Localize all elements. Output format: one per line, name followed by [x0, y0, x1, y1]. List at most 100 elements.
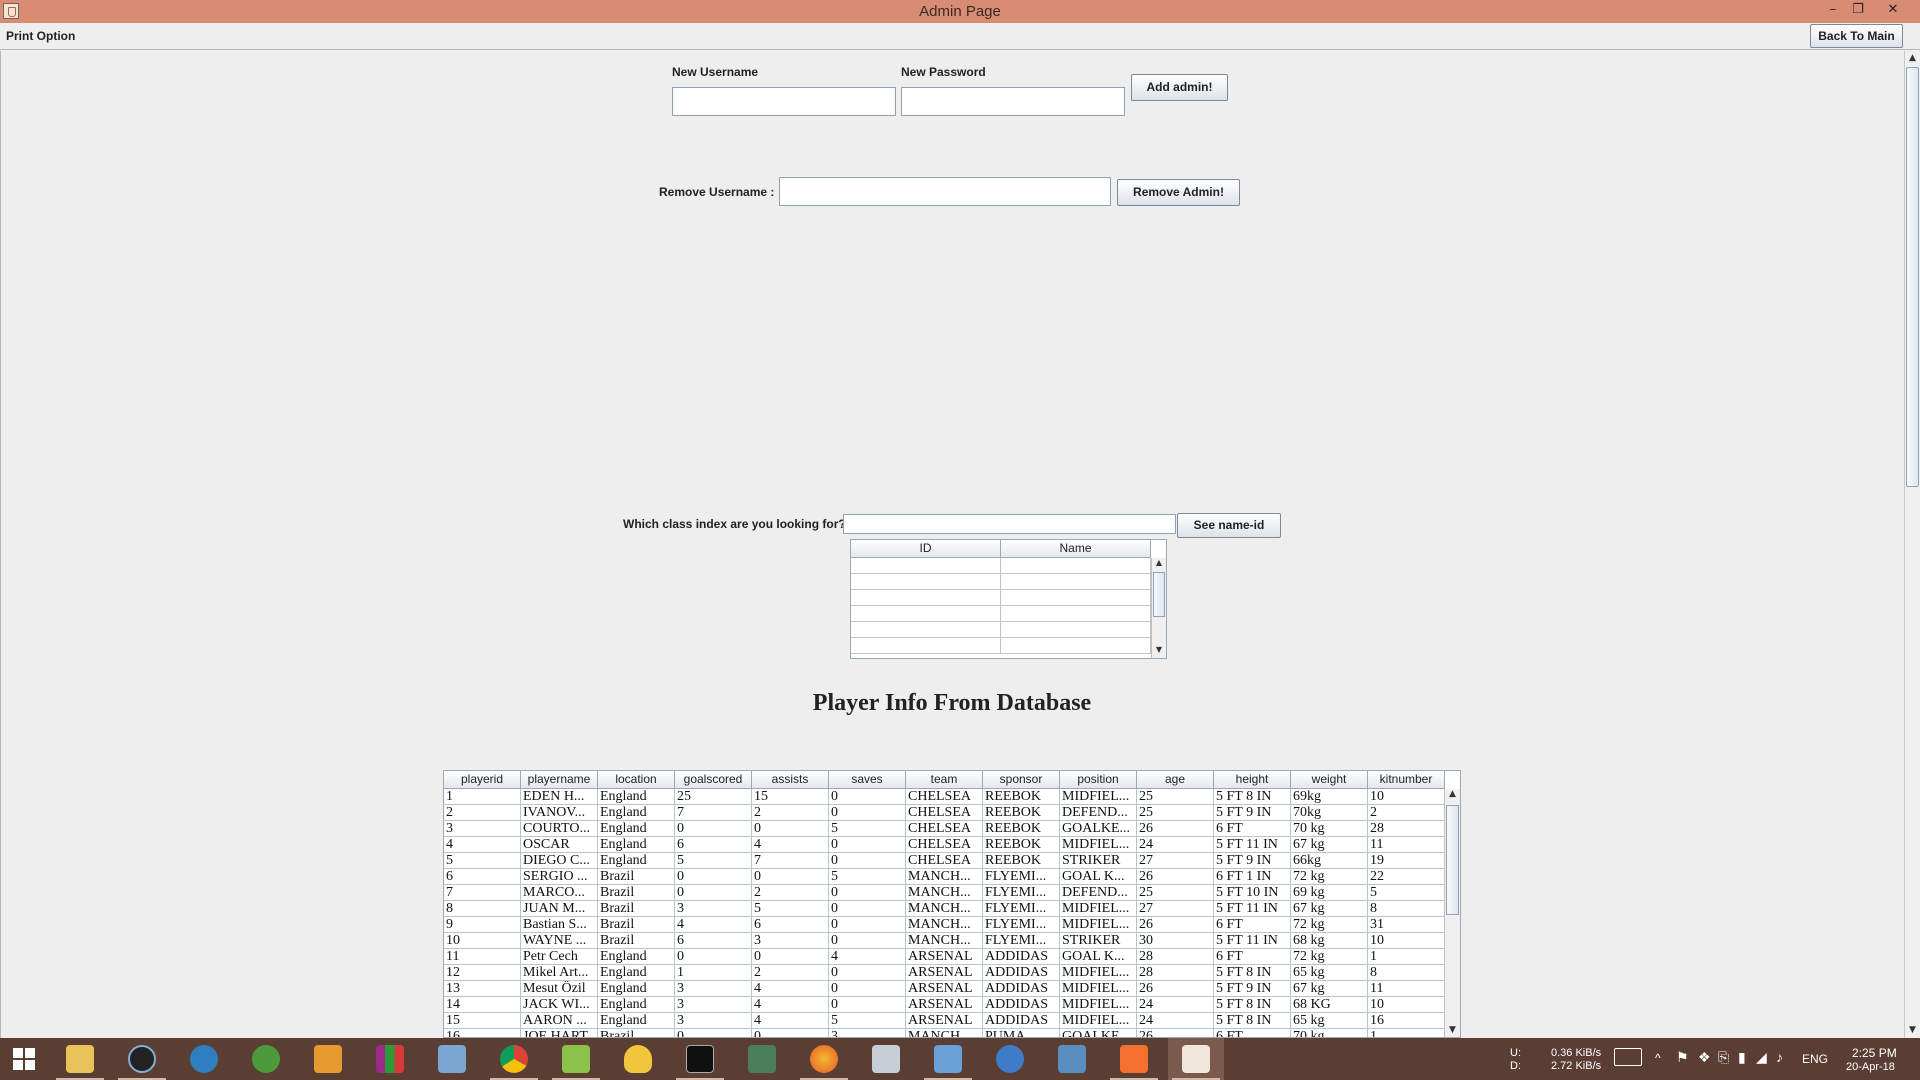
clock-date[interactable]: 20-Apr-18: [1846, 1061, 1895, 1080]
table-cell-playername[interactable]: Bastian S...: [521, 917, 598, 932]
control-panel-taskbar-button[interactable]: [920, 1038, 976, 1080]
table-cell-saves[interactable]: 0: [829, 933, 906, 948]
table-cell-sponsor[interactable]: ADDIDAS: [983, 997, 1060, 1012]
table-cell-weight[interactable]: 68 kg: [1291, 933, 1368, 948]
wifi-icon[interactable]: ◢: [1756, 1049, 1767, 1080]
table-cell-playerid[interactable]: 3: [444, 821, 521, 836]
table-cell-saves[interactable]: 0: [829, 965, 906, 980]
table-cell-assists[interactable]: 0: [752, 821, 829, 836]
column-header-goalscored[interactable]: goalscored: [675, 771, 752, 788]
table-cell-height[interactable]: 6 FT: [1214, 949, 1291, 964]
table-cell-location[interactable]: England: [598, 949, 675, 964]
multi-window-taskbar-button[interactable]: [734, 1038, 790, 1080]
column-header-saves[interactable]: saves: [829, 771, 906, 788]
column-header-id[interactable]: ID: [851, 540, 1001, 557]
scroll-up-icon[interactable]: ▲: [1152, 558, 1166, 571]
volume-icon[interactable]: ♪: [1776, 1049, 1783, 1080]
table-cell-kitnumber[interactable]: 11: [1368, 981, 1445, 996]
table-cell-playername[interactable]: COURTO...: [521, 821, 598, 836]
table-cell-assists[interactable]: 3: [752, 933, 829, 948]
idea-taskbar-button[interactable]: [610, 1038, 666, 1080]
battery-icon[interactable]: ▮: [1738, 1049, 1746, 1080]
table-cell-goalscored[interactable]: 3: [675, 997, 752, 1012]
table-cell-playername[interactable]: IVANOV...: [521, 805, 598, 820]
table-cell-team[interactable]: ARSENAL: [906, 965, 983, 980]
table-cell-position[interactable]: GOALKE...: [1060, 821, 1137, 836]
table-cell-age[interactable]: 24: [1137, 997, 1214, 1012]
table-cell-weight[interactable]: 70 kg: [1291, 1029, 1368, 1037]
resource-monitor-taskbar-button[interactable]: [114, 1038, 170, 1080]
column-header-location[interactable]: location: [598, 771, 675, 788]
table-cell-saves[interactable]: 0: [829, 805, 906, 820]
table-cell-saves[interactable]: 5: [829, 869, 906, 884]
table-cell-location[interactable]: England: [598, 789, 675, 804]
name-id-table-scrollbar[interactable]: ▲ ▼: [1151, 558, 1166, 658]
table-row[interactable]: 15 AARON ... England 3 4 5 ARSENAL ADDIDAS MIDFI…: [444, 1013, 1445, 1029]
table-cell-sponsor[interactable]: ADDIDAS: [983, 965, 1060, 980]
table-cell-goalscored[interactable]: 0: [675, 885, 752, 900]
table-cell-saves[interactable]: 0: [829, 885, 906, 900]
scroll-up-icon[interactable]: ▲: [1905, 51, 1920, 66]
scroll-down-icon[interactable]: ▼: [1152, 645, 1166, 658]
firefox-taskbar-button[interactable]: [796, 1038, 852, 1080]
table-cell-age[interactable]: 26: [1137, 869, 1214, 884]
table-cell-position[interactable]: MIDFIEL...: [1060, 789, 1137, 804]
add-admin-button[interactable]: Add admin!: [1131, 74, 1228, 101]
table-cell-position[interactable]: MIDFIEL...: [1060, 901, 1137, 916]
table-cell-goalscored[interactable]: 3: [675, 1013, 752, 1028]
table-row[interactable]: 2 IVANOV... England 7 2 0 CHELSEA REEBOK DEFEND.…: [444, 805, 1445, 821]
table-cell-age[interactable]: 26: [1137, 981, 1214, 996]
table-cell-age[interactable]: 25: [1137, 885, 1214, 900]
table-cell-weight[interactable]: 68 KG: [1291, 997, 1368, 1012]
table-cell-goalscored[interactable]: 3: [675, 901, 752, 916]
table-cell-playername[interactable]: DIEGO C...: [521, 853, 598, 868]
table-cell-age[interactable]: 27: [1137, 853, 1214, 868]
java-taskbar-button[interactable]: [1168, 1038, 1224, 1080]
table-cell-playername[interactable]: JUAN M...: [521, 901, 598, 916]
table-cell-sponsor[interactable]: REEBOK: [983, 853, 1060, 868]
snipping-taskbar-button[interactable]: [858, 1038, 914, 1080]
table-cell-kitnumber[interactable]: 10: [1368, 997, 1445, 1012]
chrome-taskbar-button[interactable]: [486, 1038, 542, 1080]
table-cell-sponsor[interactable]: REEBOK: [983, 821, 1060, 836]
table-cell-kitnumber[interactable]: 28: [1368, 821, 1445, 836]
table-row[interactable]: 16 JOE HART Brazil 0 0 3 MANCH... PUMA GOALKE...…: [444, 1029, 1445, 1037]
table-cell-height[interactable]: 5 FT 10 IN: [1214, 885, 1291, 900]
table-cell-assists[interactable]: 2: [752, 965, 829, 980]
show-hidden-icons-icon[interactable]: ^: [1655, 1051, 1661, 1080]
start-button[interactable]: [0, 1038, 48, 1080]
page-scrollbar[interactable]: ▲ ▼: [1904, 51, 1920, 1038]
table-row[interactable]: 5 DIEGO C... England 5 7 0 CHELSEA REEBOK STRIKE…: [444, 853, 1445, 869]
scroll-down-icon[interactable]: ▼: [1445, 1025, 1460, 1037]
table-cell-kitnumber[interactable]: 1: [1368, 1029, 1445, 1037]
table-cell-position[interactable]: DEFEND...: [1060, 805, 1137, 820]
table-row[interactable]: [851, 558, 1151, 574]
table-cell-sponsor[interactable]: ADDIDAS: [983, 949, 1060, 964]
table-cell-location[interactable]: Brazil: [598, 901, 675, 916]
table-cell-saves[interactable]: 0: [829, 837, 906, 852]
scroll-thumb[interactable]: [1153, 572, 1165, 617]
print-option-menu[interactable]: Print Option: [6, 29, 75, 43]
table-cell-location[interactable]: Brazil: [598, 885, 675, 900]
table-cell-playername[interactable]: MARCO...: [521, 885, 598, 900]
table-cell-weight[interactable]: 66kg: [1291, 853, 1368, 868]
table-cell-location[interactable]: Brazil: [598, 869, 675, 884]
table-cell-age[interactable]: 26: [1137, 821, 1214, 836]
table-cell-height[interactable]: 5 FT 8 IN: [1214, 789, 1291, 804]
table-cell-age[interactable]: 24: [1137, 837, 1214, 852]
table-cell-location[interactable]: England: [598, 853, 675, 868]
table-cell-sponsor[interactable]: PUMA: [983, 1029, 1060, 1037]
table-row[interactable]: 9 Bastian S... Brazil 4 6 0 MANCH... FLYEMI... M…: [444, 917, 1445, 933]
scroll-down-icon[interactable]: ▼: [1905, 1023, 1920, 1038]
table-cell-sponsor[interactable]: FLYEMI...: [983, 885, 1060, 900]
table-cell-position[interactable]: GOAL K...: [1060, 869, 1137, 884]
table-cell-team[interactable]: ARSENAL: [906, 1013, 983, 1028]
table-cell-weight[interactable]: 69 kg: [1291, 885, 1368, 900]
remove-username-input[interactable]: [779, 177, 1111, 206]
table-cell-team[interactable]: MANCH...: [906, 869, 983, 884]
table-cell-location[interactable]: England: [598, 965, 675, 980]
table-cell-playerid[interactable]: 16: [444, 1029, 521, 1037]
earth-taskbar-button[interactable]: [238, 1038, 294, 1080]
table-cell-height[interactable]: 5 FT 11 IN: [1214, 837, 1291, 852]
table-cell-team[interactable]: CHELSEA: [906, 789, 983, 804]
